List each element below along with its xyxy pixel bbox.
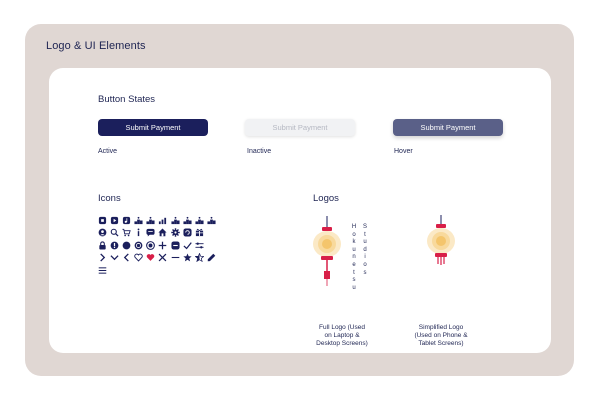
- square-stop-icon: [97, 215, 107, 225]
- search-icon: [109, 228, 119, 238]
- wordmark-letter: s: [352, 277, 356, 284]
- plus-icon: [158, 240, 168, 250]
- chevron-right-icon: [97, 253, 107, 263]
- heart-outline-icon: [134, 253, 144, 263]
- play-button-icon: [109, 215, 119, 225]
- podium-icon: [195, 215, 205, 225]
- gift-icon: [195, 228, 205, 238]
- caption-line: (Used on Phone &: [414, 332, 468, 339]
- wordmark-letter: u: [352, 246, 356, 253]
- heart-filled-icon: [146, 253, 156, 263]
- globe-icon: [121, 240, 131, 250]
- home-icon: [158, 228, 168, 238]
- wordmark-letter: e: [352, 262, 356, 268]
- sync-icon: [182, 228, 192, 238]
- power-icon: [134, 240, 144, 250]
- wordmark-letter: S: [362, 224, 367, 230]
- active-state-label: Active: [98, 148, 118, 155]
- wordmark-letter: u: [363, 239, 367, 246]
- wordmark-letter: o: [352, 231, 356, 238]
- wordmark-letter: n: [352, 254, 356, 261]
- hover-state-label: Hover: [394, 148, 413, 155]
- chat-icon: [146, 228, 156, 238]
- caption-line: Tablet Screens): [418, 340, 464, 347]
- icon-grid: [97, 214, 237, 277]
- check-icon: [182, 240, 192, 250]
- full-logo-caption: Full Logo (Used on Laptop & Desktop Scre…: [302, 324, 382, 348]
- minus-icon: [170, 253, 180, 263]
- icon-row: [97, 227, 237, 239]
- podium-icon: [182, 215, 192, 225]
- chevron-left-icon: [121, 253, 131, 263]
- simplified-logo-lantern: [427, 215, 455, 265]
- submit-payment-button-inactive[interactable]: Submit Payment: [245, 119, 355, 136]
- music-note-icon: [121, 215, 131, 225]
- caption-line: on Laptop &: [324, 332, 360, 339]
- menu-icon: [97, 265, 107, 275]
- frame-title: Logo & UI Elements: [46, 40, 146, 52]
- icon-row: [97, 264, 237, 276]
- logos-title: Logos: [313, 193, 339, 204]
- caption-line: Simplified Logo: [418, 324, 464, 331]
- wordmark-letter: d: [363, 246, 367, 253]
- wordmark-letter: s: [363, 269, 367, 276]
- design-frame: Logo & UI Elements Button States Submit …: [25, 24, 574, 376]
- content-card: Button States Submit Payment Submit Paym…: [49, 68, 551, 353]
- lock-icon: [97, 240, 107, 250]
- wordmark-letter: H: [351, 224, 357, 230]
- wordmark-letter: o: [363, 262, 367, 268]
- wordmark-letter: t: [353, 269, 355, 276]
- wordmark-letter: i: [364, 254, 366, 261]
- sliders-icon: [195, 240, 205, 250]
- minus-square-icon: [170, 240, 180, 250]
- submit-payment-button-active[interactable]: Submit Payment: [98, 119, 208, 136]
- podium-icon: [134, 215, 144, 225]
- icons-title: Icons: [98, 193, 121, 204]
- wordmark-letter: u: [352, 284, 356, 291]
- inactive-state-label: Inactive: [247, 148, 272, 155]
- record-icon: [146, 240, 156, 250]
- chevron-down-icon: [109, 253, 119, 263]
- star-icon: [182, 253, 192, 263]
- cart-icon: [121, 228, 131, 238]
- podium-icon: [146, 215, 156, 225]
- shield-icon: [109, 240, 119, 250]
- icon-row: [97, 252, 237, 264]
- user-circle-icon: [97, 228, 107, 238]
- chart-icon: [158, 215, 168, 225]
- full-logo-lantern: [313, 216, 341, 286]
- podium-icon: [207, 215, 217, 225]
- icon-row: [97, 239, 237, 251]
- podium-icon: [170, 215, 180, 225]
- simplified-logo-caption: Simplified Logo (Used on Phone & Tablet …: [401, 324, 481, 348]
- icon-row: [97, 214, 237, 226]
- submit-payment-button-hover[interactable]: Submit Payment: [393, 119, 503, 136]
- star-half-icon: [195, 253, 205, 263]
- wordmark-letter: k: [352, 239, 356, 246]
- button-states-title: Button States: [98, 94, 156, 105]
- wordmark-letter: t: [364, 231, 366, 238]
- caption-line: Desktop Screens): [316, 340, 368, 347]
- gear-icon: [170, 228, 180, 238]
- info-icon: [134, 228, 144, 238]
- caption-line: Full Logo (Used: [319, 324, 365, 331]
- close-icon: [158, 253, 168, 263]
- pencil-icon: [207, 253, 217, 263]
